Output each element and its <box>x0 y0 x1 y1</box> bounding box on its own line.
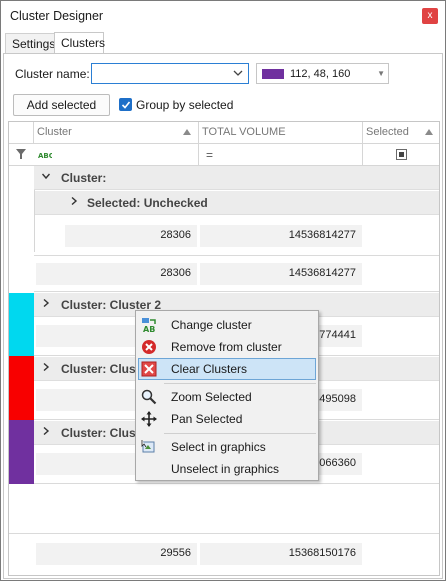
menu-item-label: Unselect in graphics <box>171 462 280 476</box>
title-bar: Cluster Designer x <box>1 1 445 31</box>
chevron-down-icon[interactable] <box>42 172 50 180</box>
group-by-selected-label: Group by selected <box>136 98 234 112</box>
cluster-purple-color-indicator <box>9 420 34 484</box>
cluster-name-combo[interactable] <box>91 63 249 84</box>
row-indicator-header <box>9 122 34 144</box>
menu-item-zoom-selected[interactable]: Zoom Selected <box>138 386 316 408</box>
cluster-color-combo[interactable]: 112, 48, 160 ▼ <box>256 63 389 84</box>
tab-clusters[interactable]: Clusters <box>54 32 105 53</box>
select-graphics-icon <box>141 440 155 453</box>
menu-item-label: Clear Clusters <box>171 362 248 376</box>
color-value: 112, 48, 160 <box>290 68 351 80</box>
grid-header: Cluster TOTAL VOLUME Selected <box>9 122 439 144</box>
cluster-2-color-indicator <box>9 293 34 356</box>
menu-item-select-in-graphics[interactable]: Select in graphics <box>138 436 316 458</box>
svg-text:AB: AB <box>143 325 155 333</box>
filter-cell-selected[interactable] <box>363 144 439 166</box>
summary-count: 28306 <box>36 263 197 285</box>
close-button[interactable]: x <box>422 8 438 24</box>
sort-ascending-icon <box>183 129 191 135</box>
menu-item-label: Zoom Selected <box>171 390 252 404</box>
menu-item-label: Change cluster <box>171 318 252 332</box>
summary-volume: 14536814277 <box>200 263 362 285</box>
menu-item-clear-clusters[interactable]: Clear Clusters <box>138 358 316 380</box>
clear-icon <box>141 361 157 377</box>
chevron-down-icon[interactable] <box>232 67 244 79</box>
total-volume: 15368150176 <box>200 543 362 565</box>
group-label: Cluster: Clust <box>61 426 140 440</box>
caret-down-icon[interactable]: ▼ <box>377 69 385 78</box>
window-title: Cluster Designer <box>10 9 104 23</box>
summary-volume: 14536814277 <box>200 225 362 247</box>
filter-cell-cluster[interactable]: ABC <box>34 144 199 166</box>
column-header-total-volume[interactable]: TOTAL VOLUME <box>199 122 363 144</box>
group-label: Cluster: Clust <box>61 362 140 376</box>
indeterminate-mark <box>399 152 404 157</box>
chevron-right-icon[interactable] <box>42 427 50 435</box>
footer-separator <box>9 533 439 534</box>
add-selected-button[interactable]: Add selected <box>13 94 110 116</box>
chevron-right-icon[interactable] <box>70 197 78 205</box>
cluster-red-color-indicator <box>9 356 34 420</box>
separator <box>34 255 439 256</box>
menu-separator <box>164 383 316 384</box>
tab-settings[interactable]: Settings <box>5 33 55 53</box>
menu-item-label: Select in graphics <box>171 440 266 454</box>
menu-separator <box>164 433 316 434</box>
menu-item-remove-from-cluster[interactable]: Remove from cluster <box>138 336 316 358</box>
group-label: Cluster: <box>61 171 107 185</box>
chevron-right-icon[interactable] <box>42 363 50 371</box>
total-count: 29556 <box>36 543 197 565</box>
filter-icon[interactable] <box>16 149 26 159</box>
remove-icon <box>142 340 156 354</box>
group-label: Selected: Unchecked <box>87 196 208 210</box>
sort-ascending-icon <box>425 129 433 135</box>
separator <box>34 291 439 292</box>
svg-text:ABC: ABC <box>38 152 52 160</box>
group-row-selected-unchecked[interactable]: Selected: Unchecked <box>35 191 439 215</box>
filter-checkbox[interactable] <box>396 149 407 160</box>
group-row-cluster-empty[interactable]: Cluster: <box>34 166 439 190</box>
chevron-right-icon[interactable] <box>42 299 50 307</box>
column-header-selected[interactable]: Selected <box>363 122 439 144</box>
color-swatch <box>262 69 284 79</box>
menu-item-label: Remove from cluster <box>171 340 282 354</box>
menu-item-pan-selected[interactable]: Pan Selected <box>138 408 316 430</box>
check-icon <box>121 101 131 109</box>
column-header-total-volume-label: TOTAL VOLUME <box>202 126 286 138</box>
abc-filter-icon: ABC <box>38 150 52 160</box>
equals-operator: = <box>206 148 214 162</box>
column-header-selected-label: Selected <box>366 126 409 138</box>
cluster-designer-window: Cluster Designer x Settings Clusters Clu… <box>0 0 446 581</box>
menu-item-change-cluster[interactable]: AB Change cluster <box>138 314 316 336</box>
column-header-cluster-label: Cluster <box>37 126 72 138</box>
menu-item-label: Pan Selected <box>171 412 243 426</box>
separator <box>34 483 439 484</box>
filter-cell-total-volume[interactable]: = <box>199 144 363 166</box>
cluster-name-label: Cluster name: <box>15 67 90 81</box>
menu-item-unselect-in-graphics[interactable]: Unselect in graphics <box>138 458 316 480</box>
group-by-selected-checkbox[interactable] <box>119 98 132 111</box>
context-menu: AB Change cluster Remove from cluster Cl… <box>135 310 319 481</box>
column-header-cluster[interactable]: Cluster <box>34 122 199 144</box>
zoom-icon <box>141 389 157 405</box>
filter-row: ABC = <box>9 144 439 166</box>
pan-icon <box>141 411 157 427</box>
summary-count: 28306 <box>65 225 197 247</box>
change-cluster-icon: AB <box>142 318 156 333</box>
